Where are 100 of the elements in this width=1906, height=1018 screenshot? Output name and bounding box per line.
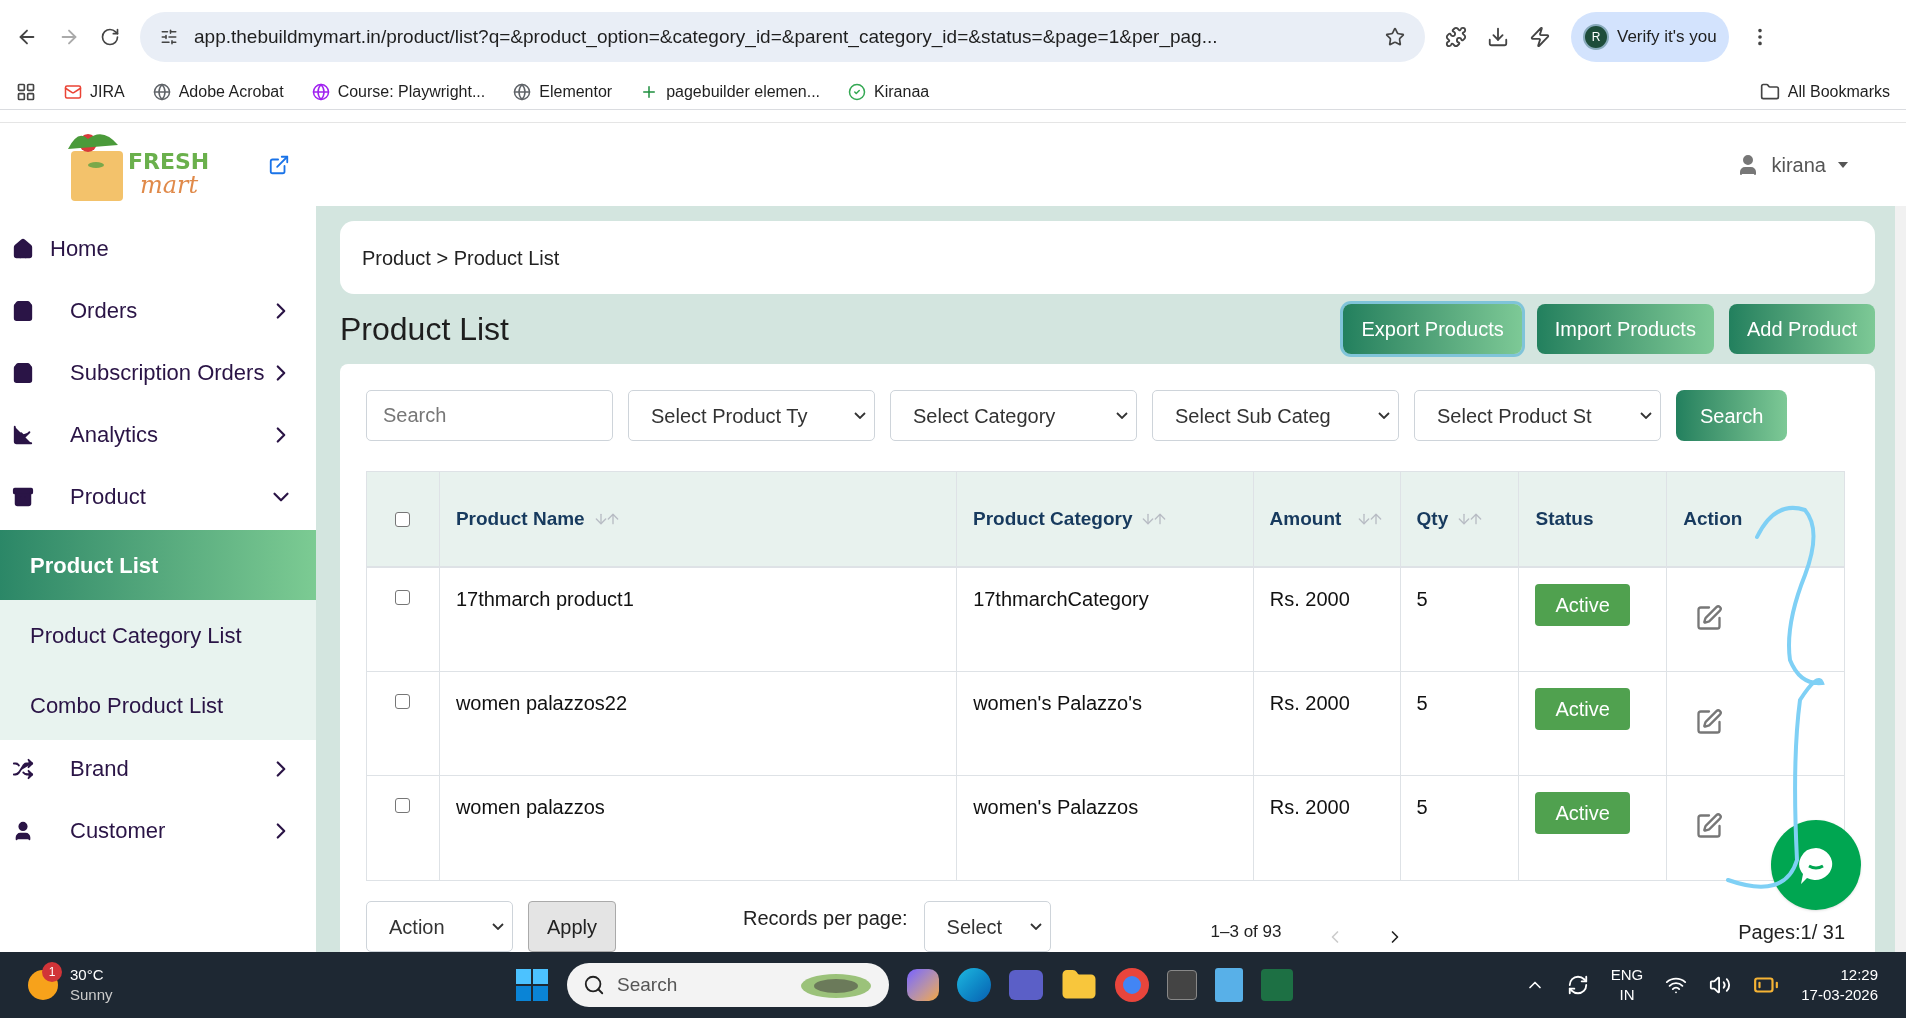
avatar-icon: R [1583, 24, 1609, 50]
apply-button[interactable]: Apply [528, 901, 617, 952]
bookmark-item[interactable]: Kiranaa [848, 79, 930, 104]
bulk-action-dropdown[interactable]: Action [366, 901, 513, 952]
table-cell: 17thmarch product1 [455, 588, 634, 610]
table-cell: 5 [1416, 588, 1428, 610]
scrollbar[interactable] [1895, 206, 1906, 952]
pages-text: Pages:1/ 31 [1738, 920, 1845, 945]
check-circle-icon [848, 82, 867, 101]
sidebar-item[interactable]: Product [0, 468, 316, 530]
filter-dropdown[interactable]: Select Category [890, 390, 1137, 441]
column-header[interactable]: Product Category [973, 504, 1133, 534]
breadcrumb[interactable]: Product > Product List [362, 242, 560, 273]
table-cell: 5 [1416, 692, 1428, 714]
weather-text: Sunny [70, 985, 113, 1005]
checkbox[interactable] [395, 511, 411, 527]
language-indicator[interactable]: ENG IN [1610, 965, 1644, 1005]
action-button[interactable]: Import Products [1536, 304, 1714, 355]
action-button[interactable]: Add Product [1728, 304, 1875, 355]
table-cell: women's Palazzo's [973, 692, 1142, 714]
table-cell: women palazzos22 [455, 692, 628, 714]
bolt-icon[interactable] [1529, 26, 1551, 48]
column-header[interactable]: Status [1535, 504, 1594, 534]
all-bookmarks[interactable]: All Bookmarks [1759, 79, 1890, 104]
sidebar-item[interactable]: Subscription Orders [0, 344, 316, 406]
globe-icon [311, 82, 330, 101]
caret-icon [854, 412, 866, 419]
home-icon [12, 238, 34, 260]
search-field[interactable]: Search [366, 390, 613, 441]
site-info-icon[interactable] [160, 28, 178, 46]
globe-icon [152, 82, 171, 101]
shuffle-icon [12, 758, 34, 780]
filter-dropdown[interactable]: Select Sub Categ [1152, 390, 1399, 441]
submenu-item[interactable]: Product Category List [0, 600, 316, 670]
status-badge: Active [1535, 792, 1630, 834]
sidebar-item[interactable]: Analytics [0, 406, 316, 468]
bookmark-star-icon[interactable] [1385, 27, 1405, 47]
user-menu[interactable]: kirana [1735, 149, 1848, 180]
edit-icon[interactable] [1695, 708, 1724, 736]
column-header[interactable]: Amount [1269, 504, 1348, 534]
table-cell: 5 [1416, 796, 1428, 818]
external-link-icon[interactable] [268, 153, 290, 176]
bookmark-item[interactable]: Course: Playwright... [311, 79, 486, 104]
caret-icon [1378, 412, 1390, 419]
url-text: app.thebuildmymart.in/product/list?q=&product_option=&category_id=&parent_category_id=&status=&page=1&per_pag... [194, 24, 1219, 50]
profile-button[interactable]: R Verify it's you [1571, 12, 1729, 62]
clock[interactable]: 12:29 17-03-2026 [1801, 965, 1878, 1005]
bookmark-item[interactable]: pagebuilder elemen... [640, 79, 821, 104]
edit-icon[interactable] [1695, 604, 1724, 632]
submenu-item[interactable]: Product List [0, 530, 316, 600]
windows-icon[interactable] [515, 968, 549, 1002]
records-dropdown[interactable]: Select [923, 901, 1051, 952]
action-button[interactable]: Export Products [1343, 304, 1522, 355]
checkbox[interactable] [395, 798, 411, 813]
mail-icon [64, 82, 82, 101]
archive-icon [12, 486, 34, 508]
sidebar-item[interactable]: Orders [0, 282, 316, 344]
cube-icon[interactable] [1167, 970, 1197, 1000]
edge-icon[interactable] [957, 968, 991, 1002]
table-cell: Rs. 2000 [1269, 692, 1350, 714]
extensions-icon[interactable] [1445, 26, 1467, 48]
chrome-icon[interactable] [1115, 968, 1149, 1002]
checkbox[interactable] [395, 590, 411, 605]
sync-icon[interactable] [1566, 974, 1589, 996]
bookmark-item[interactable]: Elementor [513, 79, 613, 104]
bookmark-item[interactable]: Adobe Acrobat [152, 79, 284, 104]
download-icon[interactable] [1487, 26, 1509, 48]
sidebar-item[interactable]: Customer [0, 802, 316, 864]
temperature: 30°C [70, 965, 105, 985]
status-badge: Active [1535, 688, 1630, 730]
filter-dropdown[interactable]: Select Product Ty [628, 390, 875, 441]
column-header[interactable]: Action [1683, 504, 1743, 534]
reload-icon[interactable] [100, 27, 120, 47]
edit-icon[interactable] [1695, 812, 1724, 840]
notification-badge: 1 [42, 962, 62, 982]
logo-drawing: FRESH mart [58, 128, 218, 201]
status-badge: Active [1535, 584, 1630, 626]
taskbar-search[interactable]: Search [567, 963, 889, 1007]
records-label: Records per page: [743, 906, 908, 931]
caret-icon [1640, 412, 1652, 419]
caret-icon [492, 923, 504, 930]
caret-icon [1116, 412, 1128, 419]
table-cell: Rs. 2000 [1269, 588, 1350, 610]
folder-icon [1759, 81, 1780, 102]
column-header[interactable]: Product Name [455, 504, 585, 534]
filter-dropdown[interactable]: Select Product St [1414, 390, 1661, 441]
copilot-icon[interactable] [907, 969, 939, 1001]
sidebar-item[interactable]: Home [0, 220, 316, 282]
checkbox[interactable] [395, 694, 411, 709]
search-icon [583, 974, 605, 996]
table-cell: women's Palazzos [973, 796, 1139, 818]
volume-icon[interactable] [1709, 974, 1732, 996]
table-cell: 17thmarchCategory [973, 588, 1149, 610]
submenu-item[interactable]: Combo Product List [0, 670, 316, 740]
sidebar-item[interactable]: Brand [0, 740, 316, 802]
address-bar[interactable]: app.thebuildmymart.in/product/list?q=&product_option=&category_id=&parent_category_id=&status=&page=1&per_pag... [140, 12, 1425, 62]
teams-icon[interactable] [1009, 970, 1043, 1000]
bookmark-item[interactable]: JIRA [64, 79, 125, 104]
apps-icon[interactable] [16, 81, 36, 102]
column-header[interactable]: Qty [1416, 504, 1449, 534]
